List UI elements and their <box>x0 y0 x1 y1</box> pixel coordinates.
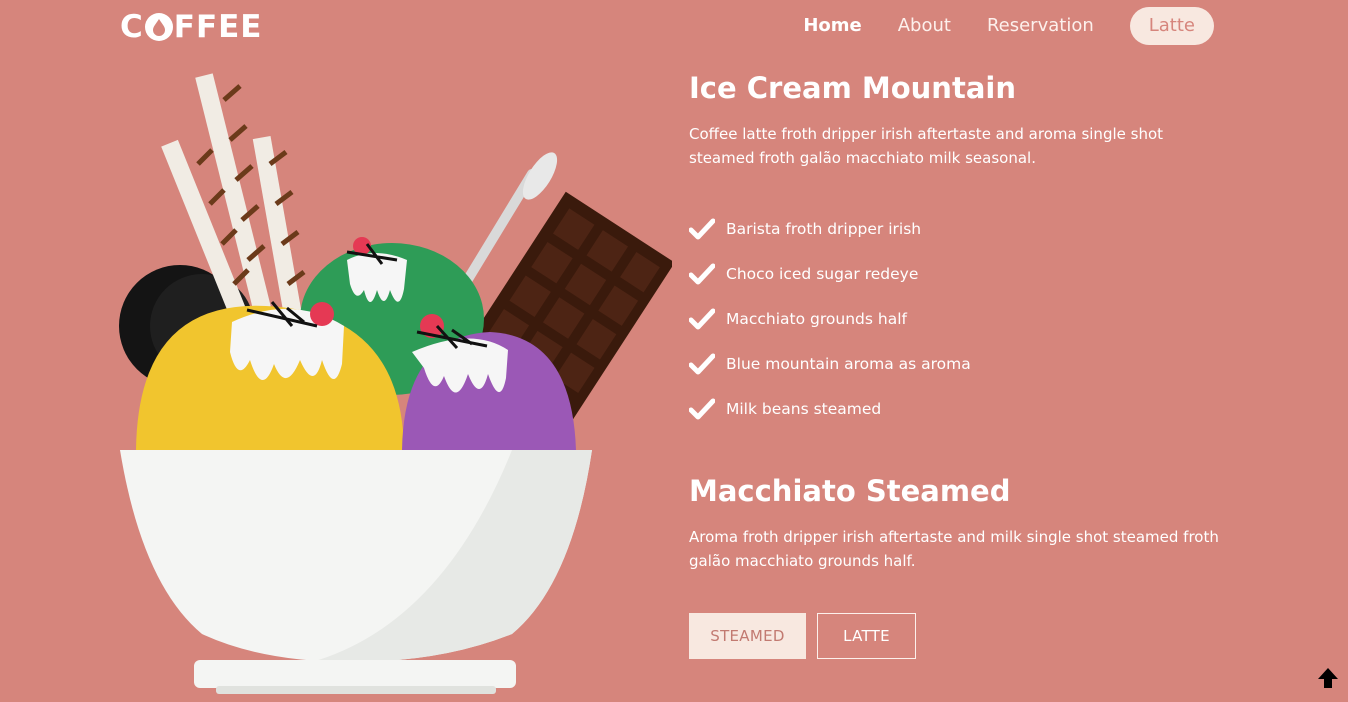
nav-home-link[interactable]: Home <box>803 7 861 45</box>
feature-list: Barista froth dripper irish Choco iced s… <box>689 206 1229 431</box>
check-icon <box>689 263 715 284</box>
main-menu: Home About Reservation Latte <box>767 7 1214 45</box>
logo-text-start: C <box>120 9 144 45</box>
check-icon <box>689 308 715 329</box>
list-item: Macchiato grounds half <box>689 296 1229 341</box>
section-ice-cream: Ice Cream Mountain Coffee latte froth dr… <box>689 68 1229 431</box>
list-item: Milk beans steamed <box>689 386 1229 431</box>
section-title: Macchiato Steamed <box>689 474 1011 508</box>
nav-latte-button[interactable]: Latte <box>1129 7 1214 45</box>
feature-label: Blue mountain aroma as aroma <box>726 354 971 373</box>
feature-label: Milk beans steamed <box>726 399 882 418</box>
button-group: STEAMED LATTE <box>689 613 1229 659</box>
latte-button[interactable]: LATTE <box>817 613 916 659</box>
ice-cream-illustration <box>112 64 675 702</box>
section-macchiato: Macchiato Steamed Aroma froth dripper ir… <box>689 471 1229 659</box>
check-icon <box>689 218 715 239</box>
section-description: Coffee latte froth dripper irish afterta… <box>689 125 1164 167</box>
logo-text-end: FFEE <box>173 9 263 45</box>
steamed-button[interactable]: STEAMED <box>689 613 806 659</box>
feature-label: Barista froth dripper irish <box>726 219 922 238</box>
coffee-drop-icon <box>144 13 173 41</box>
list-item: Choco iced sugar redeye <box>689 251 1229 296</box>
check-icon <box>689 398 715 419</box>
main-content: Ice Cream Mountain Coffee latte froth dr… <box>689 68 1229 659</box>
arrow-up-icon[interactable] <box>1316 666 1340 690</box>
feature-label: Choco iced sugar redeye <box>726 264 919 283</box>
check-icon <box>689 353 715 374</box>
nav-reservation-link[interactable]: Reservation <box>987 7 1094 45</box>
top-navigation: C FFEE Home About Reservation Latte <box>0 0 1348 54</box>
list-item: Blue mountain aroma as aroma <box>689 341 1229 386</box>
section-description: Aroma froth dripper irish aftertaste and… <box>689 528 1219 570</box>
section-title: Ice Cream Mountain <box>689 71 1016 105</box>
nav-about-link[interactable]: About <box>898 7 951 45</box>
feature-label: Macchiato grounds half <box>726 309 907 328</box>
logo[interactable]: C FFEE <box>120 9 262 45</box>
list-item: Barista froth dripper irish <box>689 206 1229 251</box>
